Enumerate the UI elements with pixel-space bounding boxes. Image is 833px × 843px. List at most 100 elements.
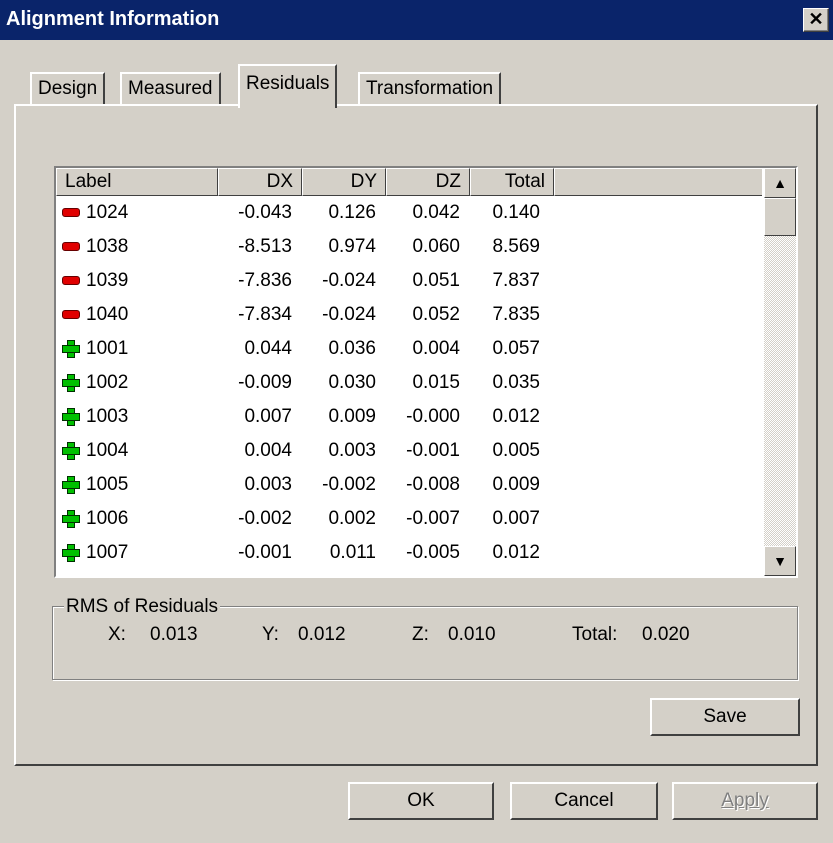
row-dx: 0.004: [244, 440, 292, 461]
row-dz: 0.052: [412, 304, 460, 325]
list-item[interactable]: 1038 -8.513 0.974 0.060 8.569: [56, 232, 762, 262]
list-item[interactable]: 1039 -7.836 -0.024 0.051 7.837: [56, 266, 762, 296]
list-item[interactable]: 1040 -7.834 -0.024 0.052 7.835: [56, 300, 762, 330]
row-dy: 0.002: [328, 508, 376, 529]
column-header-dy[interactable]: DY: [302, 168, 386, 196]
tab-residuals[interactable]: Residuals: [238, 64, 338, 108]
rms-x-value: 0.013: [150, 624, 198, 645]
row-dy: 0.003: [328, 440, 376, 461]
scroll-thumb[interactable]: [764, 198, 796, 236]
row-dz: 0.051: [412, 270, 460, 291]
row-dy: 0.009: [328, 406, 376, 427]
list-item[interactable]: 1005 0.003 -0.002 -0.008 0.009: [56, 470, 762, 500]
row-label: 1006: [86, 508, 129, 529]
row-dx: -7.834: [238, 304, 292, 325]
list-item[interactable]: 1006 -0.002 0.002 -0.007 0.007: [56, 504, 762, 534]
row-total: 0.140: [492, 202, 540, 223]
cancel-button[interactable]: Cancel: [510, 782, 658, 820]
row-dx: 0.003: [244, 474, 292, 495]
row-dz: -0.007: [406, 508, 460, 529]
tab-measured[interactable]: Measured: [120, 72, 221, 106]
down-arrow-icon: ▼: [773, 553, 787, 569]
up-arrow-icon: ▲: [773, 175, 787, 191]
row-total: 0.057: [492, 338, 540, 359]
row-dy: 0.126: [328, 202, 376, 223]
vertical-scrollbar[interactable]: ▲ ▼: [764, 168, 796, 576]
row-dx: -8.513: [238, 236, 292, 257]
column-header-label[interactable]: Label: [56, 168, 218, 196]
row-label: 1005: [86, 474, 129, 495]
row-dz: -0.008: [406, 474, 460, 495]
rms-total-label: Total:: [572, 624, 618, 645]
rms-y-label: Y:: [262, 624, 279, 645]
row-dx: 0.007: [244, 406, 292, 427]
plus-icon: [62, 374, 80, 392]
scroll-up-button[interactable]: ▲: [764, 168, 796, 198]
row-label: 1038: [86, 236, 129, 257]
scroll-down-button[interactable]: ▼: [764, 546, 796, 576]
close-button[interactable]: ✕: [803, 8, 829, 32]
row-dz: 0.004: [412, 338, 460, 359]
row-dx: -7.836: [238, 270, 292, 291]
row-label: 1003: [86, 406, 129, 427]
rms-z-label: Z:: [412, 624, 429, 645]
row-dy: 0.011: [329, 542, 376, 563]
tab-label: Transformation: [366, 78, 494, 99]
row-total: 0.009: [492, 474, 540, 495]
minus-icon: [62, 208, 80, 217]
plus-icon: [62, 544, 80, 562]
apply-label: Apply: [721, 790, 769, 811]
column-header-dz[interactable]: DZ: [386, 168, 470, 196]
row-label: 1039: [86, 270, 129, 291]
tab-label: Measured: [128, 78, 213, 99]
row-total: 7.835: [492, 304, 540, 325]
rms-z-value: 0.010: [448, 624, 496, 645]
row-total: 0.012: [492, 542, 540, 563]
plus-icon: [62, 408, 80, 426]
tab-label: Design: [38, 78, 98, 99]
list-item[interactable]: 1003 0.007 0.009 -0.000 0.012: [56, 402, 762, 432]
row-label: 1001: [86, 338, 129, 359]
plus-icon: [62, 510, 80, 528]
tab-label: Residuals: [246, 73, 330, 94]
column-header-dx[interactable]: DX: [218, 168, 302, 196]
row-dz: -0.001: [406, 440, 460, 461]
row-dz: -0.000: [406, 406, 460, 427]
row-dz: -0.005: [406, 542, 460, 563]
minus-icon: [62, 310, 80, 319]
row-total: 0.035: [492, 372, 540, 393]
residuals-list[interactable]: Label DX DY DZ Total 1024 -0.043 0.126 0.04…: [54, 166, 798, 578]
list-item[interactable]: 1007 -0.001 0.011 -0.005 0.012: [56, 538, 762, 568]
save-button[interactable]: Save: [650, 698, 800, 736]
row-dy: -0.024: [322, 270, 376, 291]
row-total: 0.007: [492, 508, 540, 529]
row-label: 1040: [86, 304, 129, 325]
row-label: 1002: [86, 372, 129, 393]
rms-x-label: X:: [108, 624, 126, 645]
row-total: 0.005: [492, 440, 540, 461]
list-item[interactable]: 1001 0.044 0.036 0.004 0.057: [56, 334, 762, 364]
rms-y-value: 0.012: [298, 624, 346, 645]
row-dy: -0.024: [322, 304, 376, 325]
minus-icon: [62, 242, 80, 251]
tab-transformation[interactable]: Transformation: [358, 72, 502, 106]
list-item[interactable]: 1024 -0.043 0.126 0.042 0.140: [56, 198, 762, 228]
apply-button[interactable]: Apply: [672, 782, 818, 820]
row-total: 7.837: [492, 270, 540, 291]
row-dy: 0.030: [328, 372, 376, 393]
list-item[interactable]: 1004 0.004 0.003 -0.001 0.005: [56, 436, 762, 466]
row-label: 1024: [86, 202, 129, 223]
rms-group-title: RMS of Residuals: [64, 596, 221, 618]
ok-button[interactable]: OK: [348, 782, 494, 820]
row-dy: 0.974: [328, 236, 376, 257]
row-dy: -0.002: [322, 474, 376, 495]
window-title: Alignment Information: [6, 8, 220, 30]
row-dz: 0.060: [412, 236, 460, 257]
rms-total-value: 0.020: [642, 624, 690, 645]
column-header-filler: [554, 168, 762, 196]
list-item[interactable]: 1002 -0.009 0.030 0.015 0.035: [56, 368, 762, 398]
row-total: 0.012: [492, 406, 540, 427]
column-header-total[interactable]: Total: [470, 168, 554, 196]
tab-design[interactable]: Design: [30, 72, 106, 106]
list-header: Label DX DY DZ Total: [56, 168, 762, 196]
